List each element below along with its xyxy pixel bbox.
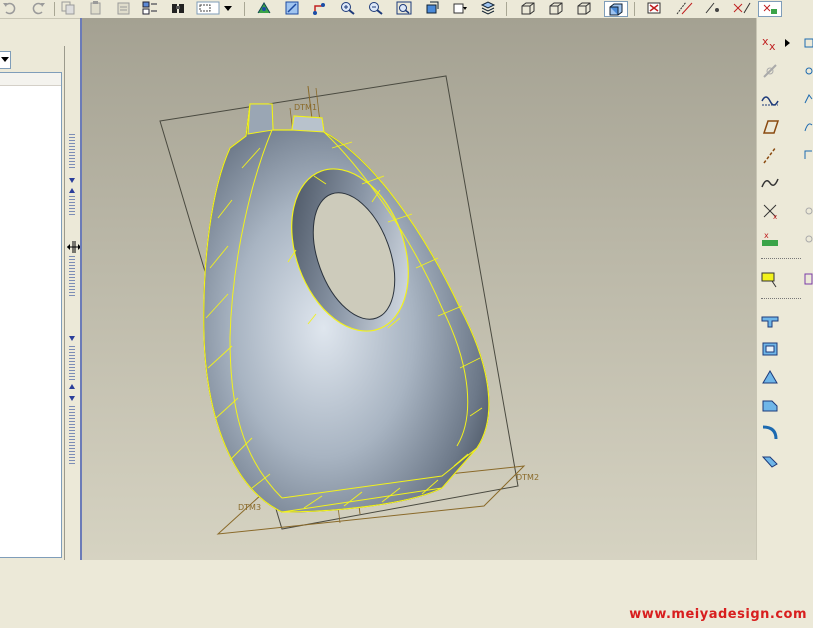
- zoom-out-icon[interactable]: [368, 1, 384, 15]
- bottle-neck[interactable]: [247, 103, 274, 135]
- model-tree-header: [0, 73, 61, 86]
- collapse-down-icon[interactable]: [69, 396, 75, 401]
- chevron-right-icon[interactable]: [783, 32, 793, 54]
- select-box-icon[interactable]: [196, 1, 220, 15]
- svg-text:x: x: [773, 213, 777, 221]
- datum-plane-icon[interactable]: [759, 116, 781, 138]
- spin-center-icon[interactable]: [256, 1, 272, 15]
- collapse-down-icon[interactable]: [69, 336, 75, 341]
- datum-planes-toggle-icon[interactable]: [646, 1, 662, 15]
- coordinate-system-icon[interactable]: x: [759, 200, 781, 222]
- splitter-grip[interactable]: [69, 196, 75, 216]
- bottle-cap[interactable]: [291, 115, 325, 133]
- panel-splitter[interactable]: [64, 46, 81, 560]
- model-tree-panel: [0, 46, 64, 560]
- hidden-line-icon[interactable]: [548, 1, 564, 15]
- sketch-icon[interactable]: [803, 228, 813, 250]
- no-hidden-icon[interactable]: [576, 1, 592, 15]
- undo-icon[interactable]: [2, 1, 18, 15]
- coordinate-systems-toggle-icon[interactable]: [730, 1, 752, 15]
- svg-text:x: x: [764, 231, 769, 240]
- model-tree-dropdown[interactable]: [0, 51, 11, 69]
- datum-label-dtm3[interactable]: DTM3: [238, 503, 261, 512]
- view-manager-icon[interactable]: [424, 1, 440, 15]
- refit-icon[interactable]: [396, 1, 412, 15]
- wireframe-icon[interactable]: [520, 1, 536, 15]
- collapse-up-icon[interactable]: [69, 384, 75, 389]
- layers-icon[interactable]: [480, 1, 496, 15]
- analysis-toggle-icon[interactable]: [758, 1, 782, 17]
- note-icon[interactable]: [759, 268, 781, 290]
- redo-icon[interactable]: [30, 1, 46, 15]
- datum-axis-line-icon[interactable]: [759, 144, 781, 166]
- feature-toolbar: xx x x: [756, 18, 813, 560]
- splitter-grip[interactable]: [69, 134, 75, 170]
- datum-axes-toggle-icon[interactable]: [674, 1, 696, 15]
- main-toolbar: [0, 0, 813, 19]
- orient-icon[interactable]: [312, 1, 328, 15]
- sketch-icon[interactable]: [803, 200, 813, 222]
- datum-axis-icon[interactable]: [759, 60, 781, 82]
- svg-text:x: x: [762, 35, 769, 48]
- zoom-in-icon[interactable]: [340, 1, 356, 15]
- sketch-icon[interactable]: [803, 32, 813, 54]
- sketch-icon[interactable]: [803, 60, 813, 82]
- model-viewport[interactable]: DTM1 DTM2 DTM3: [82, 18, 758, 560]
- splitter-grip[interactable]: [69, 346, 75, 382]
- datum-label-dtm1[interactable]: DTM1: [294, 103, 317, 112]
- splitter-grip[interactable]: [69, 406, 75, 466]
- analysis-icon[interactable]: x: [759, 228, 781, 250]
- datum-point-icon[interactable]: xx: [759, 32, 781, 54]
- shading-icon[interactable]: [604, 1, 628, 17]
- shell-icon[interactable]: [759, 338, 781, 360]
- paste-icon[interactable]: [88, 1, 104, 15]
- sketch-icon[interactable]: [803, 116, 813, 138]
- repaint-icon[interactable]: [284, 1, 300, 15]
- sketch-icon[interactable]: [803, 268, 813, 290]
- sketch-icon[interactable]: [803, 144, 813, 166]
- find-icon[interactable]: [170, 1, 186, 15]
- dropdown-arrow-icon[interactable]: [222, 1, 234, 15]
- collapse-up-icon[interactable]: [69, 188, 75, 193]
- chevron-down-icon[interactable]: [1, 57, 9, 62]
- splitter-grip[interactable]: [69, 256, 75, 296]
- svg-text:x: x: [769, 40, 776, 53]
- round-icon[interactable]: [759, 422, 781, 444]
- status-area: www.meiyadesign.com: [0, 560, 813, 628]
- sketch-icon[interactable]: [803, 88, 813, 110]
- copy-icon[interactable]: [60, 1, 76, 15]
- rib-icon[interactable]: [759, 450, 781, 472]
- datum-curve-icon[interactable]: [759, 88, 781, 110]
- regenerate-icon[interactable]: [142, 1, 158, 15]
- saved-views-icon[interactable]: [452, 1, 468, 15]
- sketch-curve-icon[interactable]: [759, 172, 781, 194]
- datum-label-dtm2[interactable]: DTM2: [516, 473, 539, 482]
- extrude-icon[interactable]: [759, 310, 781, 332]
- datum-points-toggle-icon[interactable]: [702, 1, 724, 15]
- graphics-window[interactable]: DTM1 DTM2 DTM3: [80, 18, 758, 560]
- model-tree[interactable]: [0, 72, 62, 558]
- paste-special-icon[interactable]: [116, 1, 132, 15]
- chamfer-icon[interactable]: [759, 394, 781, 416]
- collapse-down-icon[interactable]: [69, 178, 75, 183]
- watermark: www.meiyadesign.com: [629, 607, 807, 622]
- draft-icon[interactable]: [759, 366, 781, 388]
